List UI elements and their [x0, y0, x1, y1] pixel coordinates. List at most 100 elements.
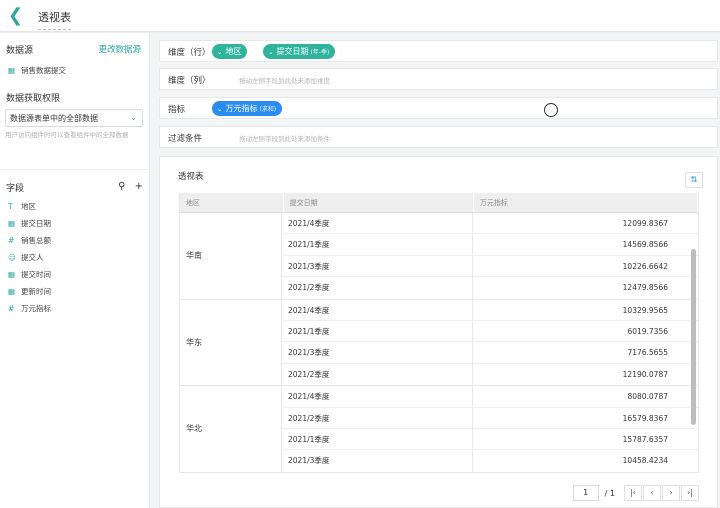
calendar-icon: ▦ [8, 219, 16, 228]
region-cell: 华东 [180, 299, 282, 386]
value-cell: 6019.7356 [627, 326, 668, 336]
field-item[interactable]: # 销售总额 [8, 235, 51, 246]
datasource-item[interactable]: ▦ 销售数据提交 [8, 65, 66, 76]
field-label: 更新时间 [21, 287, 51, 296]
date-cell: 2021/4季度 [282, 213, 473, 234]
table-row: 2021/2季度 16579.8367 [282, 407, 698, 429]
filter-zone[interactable]: 过滤条件 拖动左侧字段到此处来添加条件 [159, 126, 718, 148]
top-bar: ❮ 透视表 [0, 0, 720, 32]
fields-title: 字段 [6, 184, 25, 194]
table-row: 2021/1季度 14569.8566 [282, 234, 698, 256]
region-cell: 华北 [180, 386, 282, 472]
back-icon[interactable]: ❮ [8, 6, 24, 26]
add-icon[interactable]: + [135, 181, 143, 192]
date-cell: 2021/1季度 [282, 428, 473, 450]
table-row: 2021/2季度 12190.0787 [282, 363, 698, 386]
datasource-name: 销售数据提交 [21, 66, 66, 75]
next-page-icon[interactable]: › [662, 485, 680, 501]
field-label: 万元指标 [21, 304, 51, 313]
field-label: 提交时间 [21, 270, 51, 279]
field-item[interactable]: T 地区 [8, 201, 36, 212]
region-cell: 华南 [180, 213, 282, 299]
divider [0, 169, 150, 170]
chevron-down-icon: ⌄ [130, 113, 137, 122]
table-icon: ▦ [8, 66, 16, 75]
value-cell: 10226.6642 [622, 261, 668, 271]
calendar-icon: ▦ [8, 270, 16, 279]
pivot-panel: 透视表 ⇅ 地区 提交日期 万元指标 华南 2021/4季度 12099.8367… [159, 156, 718, 508]
column-header[interactable]: 提交日期 [284, 193, 474, 212]
value-cell: 8080.0787 [627, 392, 668, 402]
datasource-title: 数据源 [6, 46, 34, 56]
table-row: 2021/3季度 7176.5655 [282, 342, 698, 364]
sidebar: 数据源 更改数据源 ▦ 销售数据提交 数据获取权限 数据源表单中的全部数据 ⌄ … [0, 33, 150, 508]
pagination: 1 / 1 |‹ ‹ › ›| [572, 485, 699, 501]
filter-label: 过滤条件 [168, 134, 203, 144]
rows-label: 维度（行） [168, 48, 211, 58]
field-item[interactable]: # 万元指标 [8, 303, 51, 314]
metric-zone[interactable]: 指标 ⌄ 万元指标 (求和) [159, 97, 718, 119]
pill-label: 提交日期 [276, 47, 309, 56]
column-header[interactable]: 万元指标 [474, 193, 698, 212]
date-cell: 2021/1季度 [282, 320, 473, 342]
number-icon: # [8, 236, 15, 245]
metric-label: 指标 [168, 105, 186, 115]
value-cell: 12479.8566 [622, 283, 668, 293]
date-cell: 2021/2季度 [282, 277, 473, 299]
permission-select[interactable]: 数据源表单中的全部数据 ⌄ [5, 109, 143, 127]
date-cell: 2021/2季度 [282, 363, 473, 386]
region-group: 华东 2021/4季度 10329.9565 2021/1季度 6019.7356 … [180, 299, 698, 387]
table-row: 2021/4季度 10329.9565 [282, 299, 698, 321]
search-icon[interactable]: ⚲ [118, 181, 125, 192]
filter-hint: 拖动左侧字段到此处来添加条件 [239, 135, 330, 143]
metric-pill[interactable]: ⌄ 万元指标 (求和) [212, 101, 283, 116]
table-row: 2021/2季度 12479.8566 [282, 277, 698, 299]
change-datasource-link[interactable]: 更改数据源 [98, 43, 141, 55]
value-cell: 7176.5655 [627, 348, 668, 358]
last-page-icon[interactable]: ›| [681, 485, 699, 501]
date-cell: 2021/3季度 [282, 255, 473, 277]
page-total: / 1 [604, 488, 615, 498]
table-row: 2021/4季度 8080.0787 [282, 386, 698, 408]
date-cell: 2021/3季度 [282, 342, 473, 363]
date-cell: 2021/2季度 [282, 407, 473, 428]
rows-dimension-zone[interactable]: 维度（行） ⌄ 地区 ⌄ 提交日期 (年-季) [159, 40, 718, 62]
number-icon: # [8, 304, 15, 313]
field-item[interactable]: ▦ 更新时间 [8, 286, 51, 297]
first-page-icon[interactable]: |‹ [624, 485, 642, 501]
date-cell: 2021/4季度 [282, 299, 473, 320]
prev-page-icon[interactable]: ‹ [643, 485, 661, 501]
pivot-table: 地区 提交日期 万元指标 华南 2021/4季度 12099.8367 2021/… [179, 193, 699, 473]
field-label: 提交人 [21, 253, 44, 262]
table-row: 2021/3季度 10226.6642 [282, 255, 698, 278]
field-item[interactable]: ☺ 提交人 [8, 252, 44, 263]
fields-tools: ⚲ + [118, 181, 143, 192]
cols-dimension-zone[interactable]: 维度（列） 拖动左侧字段到此处来添加维度 [159, 68, 718, 90]
table-row: 2021/3季度 10458.4234 [282, 450, 698, 472]
table-row: 2021/1季度 15787.6357 [282, 428, 698, 451]
table-row: 2021/4季度 12099.8367 [282, 213, 698, 235]
field-label: 提交日期 [21, 219, 51, 228]
page-input[interactable]: 1 [572, 485, 599, 501]
column-header[interactable]: 地区 [180, 193, 284, 212]
row-pill-date[interactable]: ⌄ 提交日期 (年-季) [263, 44, 336, 59]
value-cell: 10329.9565 [622, 305, 668, 315]
busy-cursor-icon [544, 103, 558, 117]
pill-sub: (年-季) [310, 49, 330, 56]
value-cell: 14569.8566 [622, 240, 668, 250]
table-row: 2021/1季度 6019.7356 [282, 320, 698, 343]
pill-sub: (求和) [259, 106, 277, 113]
field-label: 地区 [21, 202, 36, 211]
cols-hint: 拖动左侧字段到此处来添加维度 [239, 77, 330, 85]
row-pill-region[interactable]: ⌄ 地区 [212, 44, 248, 59]
table-scrollbar[interactable] [691, 249, 696, 425]
field-item[interactable]: ▦ 提交日期 [8, 218, 51, 229]
region-group: 华南 2021/4季度 12099.8367 2021/1季度 14569.8566… [180, 213, 698, 300]
chevron-down-icon: ⌄ [268, 48, 274, 56]
user-icon: ☺ [8, 253, 16, 262]
field-item[interactable]: ▦ 提交时间 [8, 269, 51, 280]
panel-title: 透视表 [178, 172, 204, 182]
sort-icon[interactable]: ⇅ [685, 172, 703, 188]
value-cell: 10458.4234 [622, 456, 668, 466]
page-title[interactable]: 透视表 [38, 9, 71, 30]
